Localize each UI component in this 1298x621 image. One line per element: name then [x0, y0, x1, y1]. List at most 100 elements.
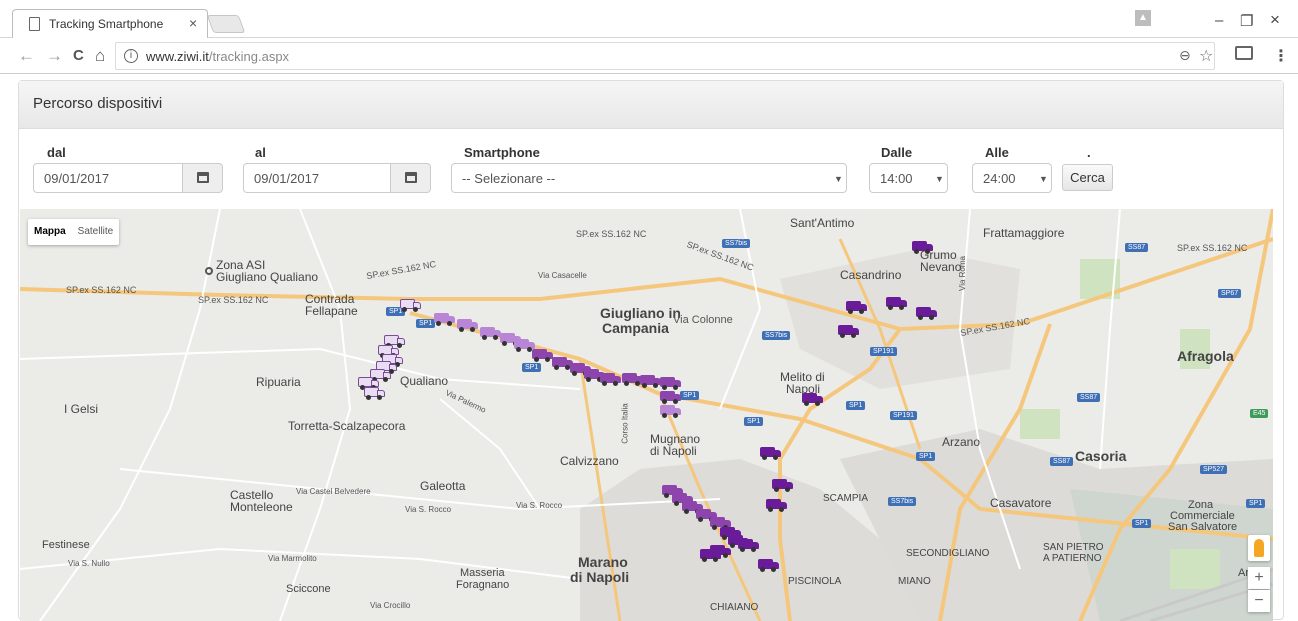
van-marker-icon[interactable]: [760, 447, 782, 460]
van-marker-icon[interactable]: [660, 391, 682, 404]
cerca-spacer-label: .: [1087, 145, 1091, 160]
van-marker-icon[interactable]: [640, 375, 662, 388]
van-marker-icon[interactable]: [802, 393, 824, 406]
van-marker-icon[interactable]: [457, 319, 479, 332]
map-label: Sciccone: [286, 583, 331, 595]
route-shield: SS87: [1125, 243, 1149, 252]
map-label: Sant'Antimo: [790, 216, 855, 230]
tab-title: Tracking Smartphone: [49, 17, 164, 31]
cerca-button[interactable]: Cerca: [1062, 164, 1113, 191]
van-marker-icon[interactable]: [886, 297, 908, 310]
page-icon: [29, 17, 40, 31]
van-marker-icon[interactable]: [480, 327, 502, 340]
map-label: Via Roma: [957, 256, 967, 291]
van-marker-icon[interactable]: [364, 387, 386, 400]
map-label: Via Colonne: [673, 314, 733, 326]
zoom-icon[interactable]: ⊖: [1179, 47, 1191, 64]
map-label: Calvizzano: [560, 454, 619, 468]
map-label: Fellapane: [305, 304, 358, 318]
route-shield: SP1: [916, 452, 936, 461]
info-icon[interactable]: i: [124, 49, 138, 63]
route-shield: SP1: [846, 401, 866, 410]
alle-selected: 24:00: [983, 171, 1016, 186]
map-label: Frattamaggiore: [983, 226, 1065, 240]
map-label: Nevano: [920, 260, 962, 274]
close-tab-icon[interactable]: ×: [189, 15, 197, 31]
map-label: SECONDIGLIANO: [906, 548, 990, 559]
route-shield: SS7bis: [888, 497, 917, 506]
al-calendar-button[interactable]: [391, 163, 431, 193]
map-label: Corso Italia: [620, 403, 630, 444]
route-shield: SS87: [1050, 457, 1074, 466]
van-marker-icon[interactable]: [912, 241, 934, 254]
map-label: CHIAIANO: [710, 602, 759, 613]
van-marker-icon[interactable]: [400, 299, 422, 312]
caret-down-icon: ▼: [1039, 174, 1048, 184]
map-label: Via S. Nullo: [68, 559, 110, 568]
map-canvas[interactable]: Mappa Satellite Zona ASI Giugliano Quali…: [20, 209, 1273, 621]
close-window-button[interactable]: ×: [1270, 10, 1280, 30]
url-host: www.ziwi.it: [146, 49, 209, 64]
van-marker-icon[interactable]: [700, 549, 722, 562]
zoom-in-button[interactable]: +: [1248, 567, 1270, 589]
map-label: Giugliano Qualiano: [216, 270, 319, 284]
map-label: Marano: [578, 554, 628, 570]
route-shield: SP1: [744, 417, 764, 426]
van-marker-icon[interactable]: [600, 373, 622, 386]
forward-icon[interactable]: →: [46, 46, 63, 66]
dalle-select[interactable]: 14:00 ▼: [869, 163, 948, 193]
map-type-mappa[interactable]: Mappa: [28, 219, 72, 245]
new-tab-button[interactable]: [206, 15, 246, 33]
map-label: A PATIERNO: [1043, 553, 1102, 564]
map-label: PISCINOLA: [788, 576, 842, 587]
map-label: Afragola: [1177, 348, 1234, 364]
smartphone-selected: -- Selezionare --: [462, 171, 556, 186]
reload-icon[interactable]: C: [73, 47, 84, 64]
dal-calendar-button[interactable]: [183, 163, 223, 193]
van-marker-icon[interactable]: [434, 313, 456, 326]
route-shield: SP527: [1200, 465, 1228, 474]
caret-down-icon: ▼: [935, 174, 944, 184]
van-marker-icon[interactable]: [846, 301, 868, 314]
map-type-control: Mappa Satellite: [28, 219, 120, 245]
dalle-selected: 14:00: [880, 171, 913, 186]
map-label: Galeotta: [420, 479, 466, 493]
minimize-button[interactable]: –: [1215, 12, 1223, 29]
al-input[interactable]: 09/01/2017: [243, 163, 391, 193]
street-view-pegman-icon[interactable]: [1248, 535, 1270, 561]
restore-button[interactable]: ❐: [1240, 12, 1253, 30]
map-label: Casandrino: [840, 268, 902, 282]
van-marker-icon[interactable]: [838, 325, 860, 338]
home-icon[interactable]: ⌂: [95, 46, 105, 66]
dal-label: dal: [47, 145, 66, 160]
van-marker-icon[interactable]: [738, 539, 760, 552]
browser-tab[interactable]: Tracking Smartphone ×: [12, 9, 208, 39]
map-label: Giugliano in: [600, 305, 681, 321]
browser-menu-icon[interactable]: ⋮: [1273, 46, 1289, 66]
van-marker-icon[interactable]: [660, 377, 682, 390]
tracking-panel: Percorso dispositivi dal 09/01/2017 al 0…: [18, 80, 1284, 621]
profile-icon[interactable]: ▲: [1135, 10, 1151, 26]
map-label: Via S. Rocco: [405, 505, 452, 514]
map-label: di Napoli: [650, 444, 697, 458]
route-shield: SP1: [1132, 519, 1152, 528]
van-marker-icon[interactable]: [660, 405, 682, 418]
van-marker-icon[interactable]: [766, 499, 788, 512]
zoom-out-button[interactable]: −: [1248, 590, 1270, 612]
route-shield: SP1: [680, 391, 700, 400]
van-marker-icon[interactable]: [916, 307, 938, 320]
back-icon[interactable]: ←: [18, 46, 35, 66]
van-marker-icon[interactable]: [772, 479, 794, 492]
bookmark-star-icon[interactable]: ☆: [1199, 46, 1213, 66]
van-marker-icon[interactable]: [758, 559, 780, 572]
map-label: Monteleone: [230, 500, 293, 514]
cast-icon[interactable]: [1235, 46, 1253, 60]
omnibox[interactable]: i www.ziwi.it/tracking.aspx ⊖ ☆: [115, 42, 1215, 70]
van-marker-icon[interactable]: [532, 349, 554, 362]
smartphone-select[interactable]: -- Selezionare -- ▼: [451, 163, 847, 193]
alle-select[interactable]: 24:00 ▼: [972, 163, 1052, 193]
map-label: Torretta-Scalzapecora: [288, 419, 406, 433]
dal-input[interactable]: 09/01/2017: [33, 163, 183, 193]
map-type-satellite[interactable]: Satellite: [72, 219, 120, 245]
route-shield: SP1: [1246, 499, 1266, 508]
